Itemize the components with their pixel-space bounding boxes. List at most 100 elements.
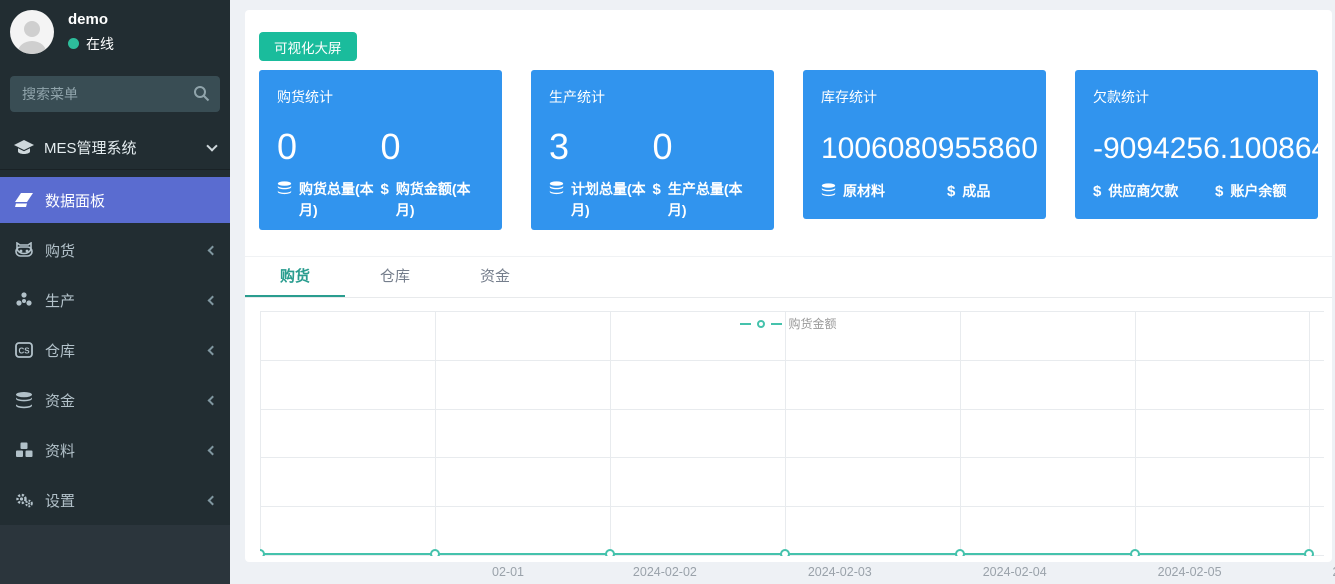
- card-metric-label: 购货总量(本月): [299, 179, 381, 221]
- data-point-marker: [955, 549, 965, 556]
- x-axis-tick-label: 2024-02-05: [1158, 565, 1222, 579]
- search-input[interactable]: [10, 76, 220, 112]
- sidebar-item-warehouse[interactable]: CS 仓库: [0, 327, 230, 373]
- sidebar-item-production[interactable]: 生产: [0, 277, 230, 323]
- dollar-icon: $: [381, 181, 389, 198]
- chart-legend[interactable]: 购货金额: [245, 315, 1332, 332]
- stat-card-production: 生产统计 3 0 计划总量(本月) $ 生产总量(本月): [531, 70, 774, 230]
- card-title: 欠款统计: [1093, 87, 1300, 107]
- x-axis-tick-label: 2024-02-02: [633, 565, 697, 579]
- card-metric-label: 购货金额(本月): [396, 179, 484, 221]
- online-dot-icon: [68, 38, 79, 49]
- sidebar-item-label: 资料: [45, 440, 75, 461]
- card-title: 库存统计: [821, 87, 1028, 107]
- data-point-marker: [1304, 549, 1314, 556]
- gridline-vertical: [610, 311, 611, 555]
- graduation-cap-icon: [14, 140, 34, 156]
- content-panel: 可视化大屏 购货统计 0 0 购货总量(本月) $ 购货金额(本月): [245, 10, 1332, 562]
- visualization-big-screen-button[interactable]: 可视化大屏: [259, 32, 357, 61]
- dashboard-icon: [14, 193, 34, 207]
- card-metric: $ 成品: [947, 181, 990, 202]
- sidebar-item-funds[interactable]: 资金: [0, 377, 230, 423]
- database-icon: [549, 181, 564, 196]
- chart-x-axis: 02-01 2024-02-02 2024-02-03 2024-02-04 2024-…: [475, 562, 1335, 584]
- gridline-vertical: [260, 311, 261, 555]
- gridline-vertical: [1135, 311, 1136, 555]
- data-point-marker: [430, 549, 440, 556]
- gridline-vertical: [960, 311, 961, 555]
- sidebar-item-label: MES管理系统: [44, 137, 137, 158]
- data-point-marker: [1130, 549, 1140, 556]
- card-value: 1006080955860: [821, 131, 1038, 167]
- data-point-marker: [260, 549, 265, 556]
- data-point-marker: [605, 549, 615, 556]
- stat-card-arrears: 欠款统计 -9094256.1008644 $ 供应商欠款 $ 账户余额: [1075, 70, 1318, 219]
- search-icon[interactable]: [193, 85, 210, 102]
- sidebar-item-purchase[interactable]: 购货: [0, 227, 230, 273]
- sidebar-item-mes-root[interactable]: MES管理系统: [0, 126, 230, 170]
- gridline-horizontal: [260, 311, 1324, 312]
- card-value: 0: [277, 127, 381, 167]
- legend-circle-icon: [757, 320, 765, 328]
- sidebar-item-settings[interactable]: 设置: [0, 477, 230, 523]
- chevron-left-icon: [208, 245, 218, 255]
- svg-text:CS: CS: [18, 347, 30, 356]
- legend-line-icon: [740, 323, 751, 325]
- sidebar-item-materials[interactable]: 资料: [0, 427, 230, 473]
- x-axis-tick-label: 2024-02-04: [983, 565, 1047, 579]
- x-axis-tick-label: 02-01: [492, 565, 524, 579]
- sidebar-item-label: 资金: [45, 390, 75, 411]
- stat-card-purchase: 购货统计 0 0 购货总量(本月) $ 购货金额(本月): [259, 70, 502, 230]
- user-icon: [12, 14, 52, 54]
- dollar-icon: $: [653, 181, 661, 198]
- card-title: 生产统计: [549, 87, 756, 107]
- tab-funds[interactable]: 资金: [445, 257, 545, 297]
- gridline-vertical: [1309, 311, 1310, 555]
- sidebar-item-label: 生产: [45, 290, 75, 311]
- production-icon: [14, 292, 34, 308]
- card-metric: $ 供应商欠款: [1093, 181, 1215, 202]
- user-panel: demo 在线: [0, 0, 230, 68]
- sidebar-item-label: 数据面板: [45, 190, 105, 211]
- card-metric-label: 供应商欠款: [1108, 181, 1178, 202]
- sidebar-menu: 数据面板 购货 生产: [0, 177, 230, 523]
- card-title: 购货统计: [277, 87, 484, 107]
- card-metric-label: 账户余额: [1230, 181, 1286, 202]
- legend-line-icon: [771, 323, 782, 325]
- sidebar-item-label: 购货: [45, 240, 75, 261]
- tab-warehouse[interactable]: 仓库: [345, 257, 445, 297]
- gridline-horizontal: [260, 360, 1324, 361]
- gridline-horizontal: [260, 555, 1324, 556]
- sidebar-item-label: 仓库: [45, 340, 75, 361]
- card-metric: $ 购货金额(本月): [381, 179, 485, 221]
- stat-card-inventory: 库存统计 1006080955860 原材料 $ 成品: [803, 70, 1046, 219]
- chevron-left-icon: [208, 295, 218, 305]
- x-axis-tick-label: 2024-02-03: [808, 565, 872, 579]
- card-metric: $ 账户余额: [1215, 181, 1286, 202]
- card-value: -9094256.1008644: [1093, 131, 1318, 167]
- chevron-left-icon: [208, 495, 218, 505]
- card-metric: 计划总量(本月): [549, 179, 653, 221]
- gridline-vertical: [435, 311, 436, 555]
- card-metric-label: 成品: [962, 181, 990, 202]
- user-status: 在线: [68, 34, 114, 54]
- materials-cubes-icon: [14, 442, 34, 458]
- chart-plot: [260, 311, 1332, 556]
- database-icon: [821, 183, 836, 198]
- card-metric-label: 原材料: [843, 181, 885, 202]
- settings-gears-icon: [14, 492, 34, 508]
- sidebar-item-label: 设置: [45, 490, 75, 511]
- funds-database-icon: [14, 392, 34, 409]
- chevron-down-icon: [206, 140, 217, 151]
- sidebar-item-dashboard[interactable]: 数据面板: [0, 177, 230, 223]
- gridline-horizontal: [260, 506, 1324, 507]
- chevron-left-icon: [208, 395, 218, 405]
- dollar-icon: $: [947, 183, 955, 200]
- database-icon: [277, 181, 292, 196]
- avatar[interactable]: [10, 10, 54, 54]
- gridline-vertical: [785, 311, 786, 555]
- tab-purchase[interactable]: 购货: [245, 257, 345, 297]
- main-content: 可视化大屏 购货统计 0 0 购货总量(本月) $ 购货金额(本月): [230, 0, 1335, 584]
- card-metric: $ 生产总量(本月): [653, 179, 757, 221]
- chevron-left-icon: [208, 445, 218, 455]
